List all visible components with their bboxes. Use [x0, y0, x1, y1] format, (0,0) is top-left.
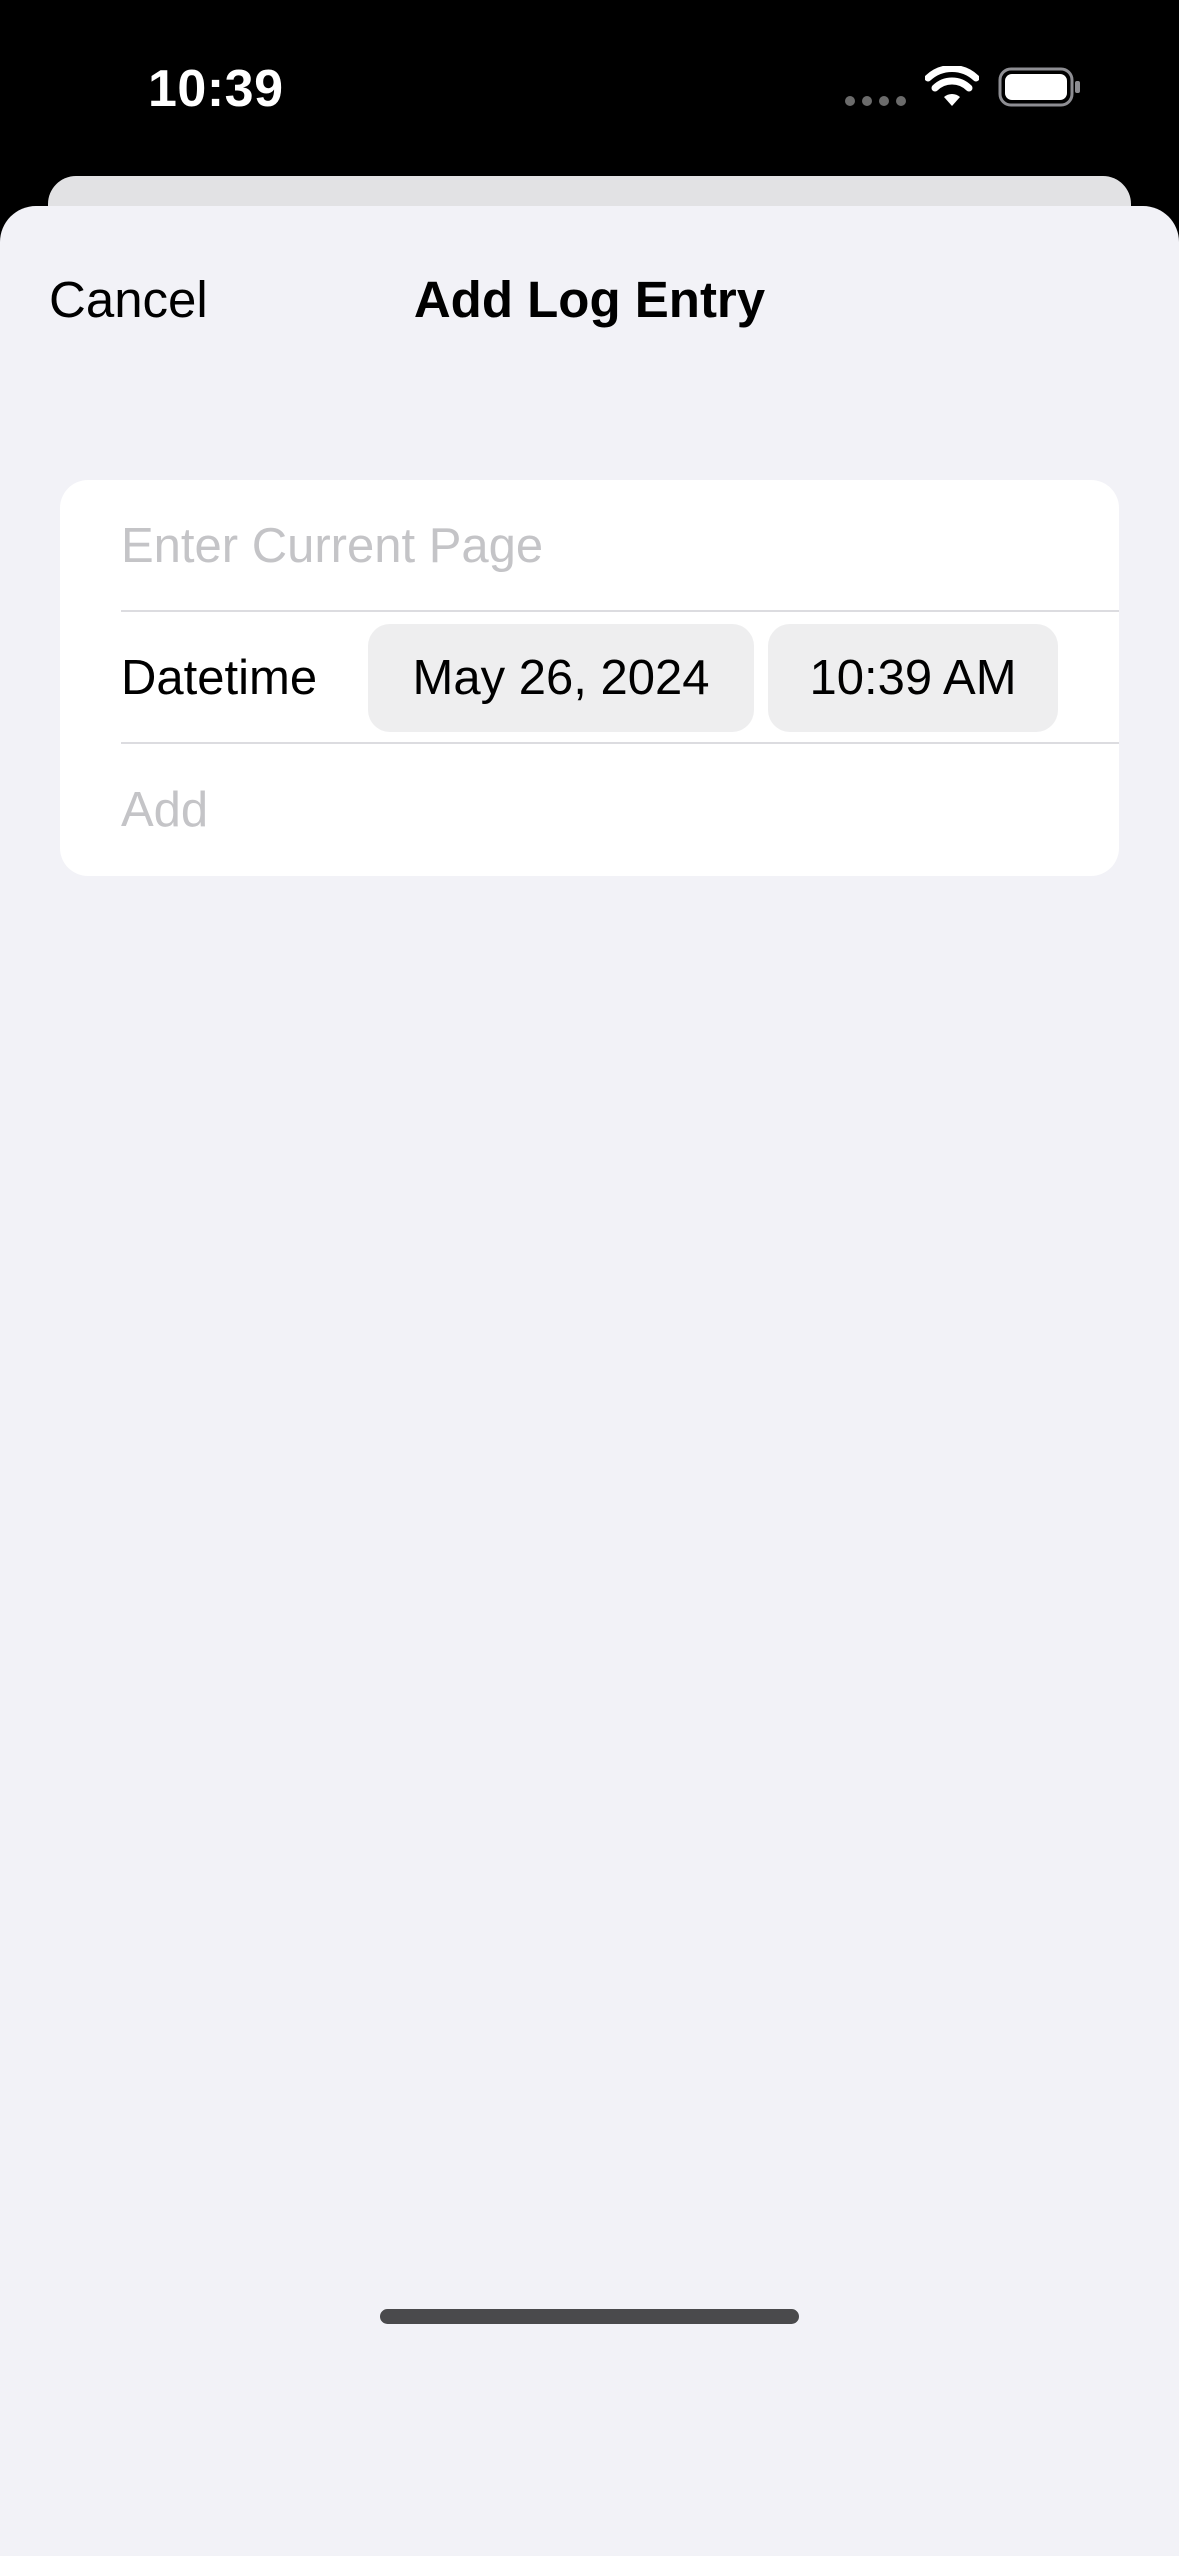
current-page-row	[60, 480, 1119, 612]
datetime-row: Datetime May 26, 2024 10:39 AM	[60, 612, 1119, 744]
add-row: Add	[60, 744, 1119, 876]
date-picker-button[interactable]: May 26, 2024	[368, 624, 754, 732]
battery-icon	[998, 67, 1080, 107]
time-picker-button[interactable]: 10:39 AM	[768, 624, 1058, 732]
log-entry-form: Datetime May 26, 2024 10:39 AM Add	[60, 480, 1119, 876]
signal-dots-icon	[845, 96, 907, 106]
datetime-label: Datetime	[121, 651, 318, 705]
status-time: 10:39	[148, 60, 284, 118]
home-indicator[interactable]	[380, 2309, 799, 2324]
add-log-entry-sheet: Cancel Add Log Entry Datetime May 26, 20…	[0, 206, 1179, 2556]
wifi-icon	[925, 66, 979, 106]
status-bar: 10:39	[0, 0, 1179, 175]
current-page-input[interactable]	[121, 500, 1081, 592]
navigation-bar: Cancel Add Log Entry	[0, 206, 1179, 376]
add-button[interactable]: Add	[121, 768, 208, 852]
page-title: Add Log Entry	[413, 271, 766, 328]
